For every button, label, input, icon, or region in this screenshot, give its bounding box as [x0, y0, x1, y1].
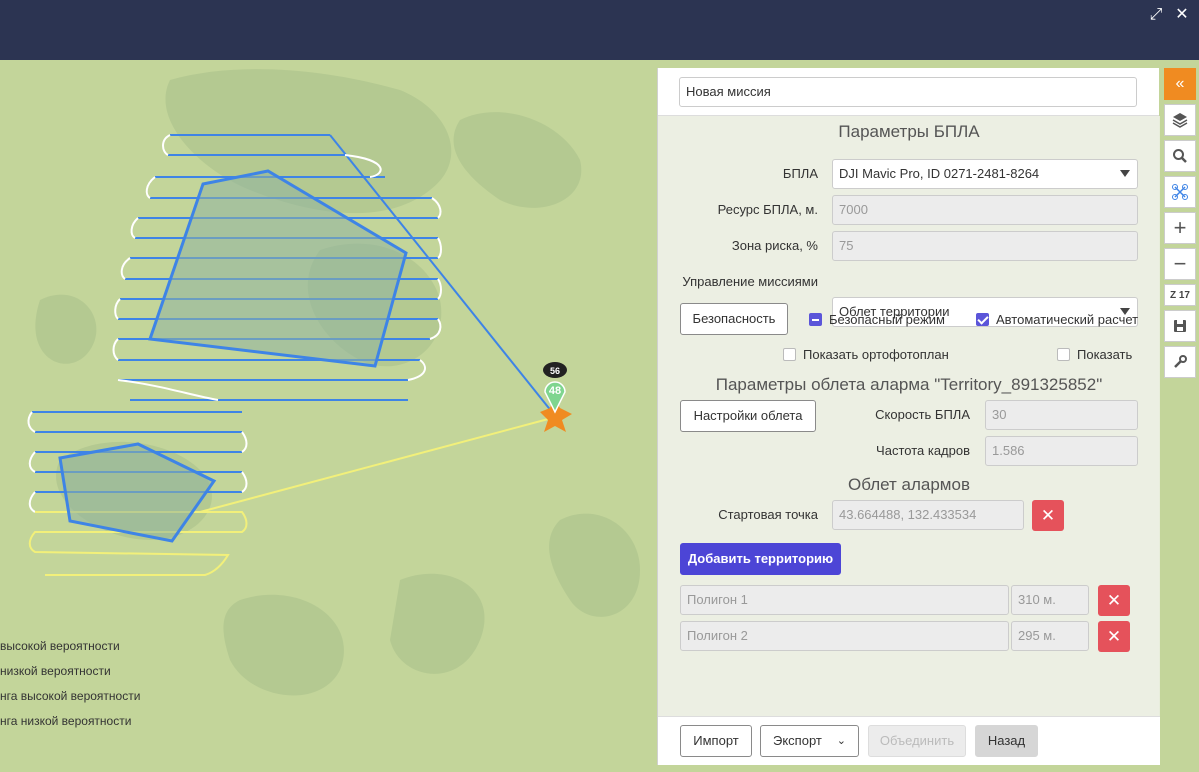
save-icon[interactable]	[1164, 310, 1196, 342]
show-orthophoto-checkbox[interactable]: Показать ортофотоплан	[783, 344, 949, 364]
show-checkbox[interactable]: Показать	[1057, 344, 1132, 364]
export-button[interactable]: Экспорт ⌄	[760, 725, 859, 757]
flight-settings-button[interactable]: Настройки облета	[680, 400, 816, 432]
alarm-params-title: Параметры облета аларма "Territory_89132…	[715, 375, 1103, 394]
auto-calc-checkbox[interactable]: Автоматический расчет	[976, 309, 1138, 329]
chevron-down-icon	[1120, 170, 1130, 177]
risk-zone-label: Зона риска, %	[731, 238, 818, 253]
zoom-level: Z 17	[1164, 284, 1196, 306]
legend-item: высокой вероятности	[0, 639, 120, 653]
show-orthophoto-label: Показать ортофотоплан	[803, 346, 949, 362]
show-label: Показать	[1077, 346, 1133, 362]
map-legend: высокой вероятности низкой вероятности н…	[0, 638, 140, 738]
collapse-icon[interactable]: «	[1164, 68, 1196, 100]
export-label: Экспорт	[773, 733, 822, 748]
checkbox-icon	[783, 347, 796, 361]
marker-cluster-count: 56	[550, 366, 560, 376]
uav-params-title: Параметры БПЛА	[838, 122, 980, 141]
zoom-out-icon[interactable]: −	[1164, 248, 1196, 280]
search-icon[interactable]	[1164, 140, 1196, 172]
back-button[interactable]: Назад	[975, 725, 1038, 757]
alarms-flight-title: Облет алармов	[848, 475, 970, 494]
clear-start-point-button[interactable]: ✕	[1032, 500, 1064, 531]
remove-polygon-button[interactable]: ✕	[1098, 621, 1130, 652]
zoom-in-icon[interactable]: +	[1164, 212, 1196, 244]
start-point-input[interactable]: 43.664488, 132.433534	[832, 500, 1024, 530]
mission-control-label: Управление миссиями	[682, 274, 818, 289]
checkbox-checked-icon	[976, 312, 989, 326]
safe-mode-checkbox[interactable]: Безопасный режим	[809, 309, 945, 329]
terrain-shading	[35, 69, 640, 696]
legend-item: нга низкой вероятности	[0, 714, 132, 728]
chevron-down-icon: ⌄	[836, 735, 846, 747]
mission-name-input[interactable]: Новая миссия	[679, 77, 1137, 107]
marker-count: 48	[549, 385, 561, 397]
checkbox-indeterminate-icon	[809, 312, 822, 326]
start-point-label: Стартовая точка	[718, 507, 818, 522]
uav-select[interactable]: DJI Mavic Pro, ID 0271-2481-8264	[832, 159, 1138, 189]
safe-mode-label: Безопасный режим	[829, 311, 945, 327]
frame-rate-label: Частота кадров	[876, 443, 970, 458]
risk-zone-input[interactable]: 75	[832, 231, 1138, 261]
legend-item: нга высокой вероятности	[0, 689, 141, 703]
polygon-name-input[interactable]: Полигон 1	[680, 585, 1009, 615]
map-toolbar: « + − Z 17	[1164, 68, 1196, 382]
merge-button[interactable]: Объединить	[868, 725, 966, 757]
polygon-name-input[interactable]: Полигон 2	[680, 621, 1009, 651]
mission-panel-body: Параметры БПЛА БПЛА DJI Mavic Pro, ID 02…	[658, 116, 1160, 716]
safety-button[interactable]: Безопасность	[680, 303, 788, 335]
drone-icon[interactable]	[1164, 176, 1196, 208]
speed-label: Скорость БПЛА	[875, 407, 970, 422]
auto-calc-label: Автоматический расчет	[996, 311, 1139, 327]
uav-select-value: DJI Mavic Pro, ID 0271-2481-8264	[832, 159, 1138, 189]
checkbox-icon	[1057, 347, 1070, 361]
mission-panel-header: Новая миссия	[658, 68, 1159, 116]
layers-icon[interactable]	[1164, 104, 1196, 136]
remove-polygon-button[interactable]: ✕	[1098, 585, 1130, 616]
resource-input[interactable]: 7000	[832, 195, 1138, 225]
expand-icon[interactable]: ⤢	[1147, 6, 1165, 24]
mission-panel: Новая миссия Параметры БПЛА БПЛА DJI Mav…	[657, 68, 1160, 765]
speed-input[interactable]: 30	[985, 400, 1138, 430]
frame-rate-input[interactable]: 1.586	[985, 436, 1138, 466]
resource-label: Ресурс БПЛА, м.	[717, 202, 818, 217]
wrench-icon[interactable]	[1164, 346, 1196, 378]
polygon-distance-input[interactable]: 295 м.	[1011, 621, 1089, 651]
add-territory-button[interactable]: Добавить территорию	[680, 543, 841, 575]
legend-item: низкой вероятности	[0, 664, 111, 678]
polygon-distance-input[interactable]: 310 м.	[1011, 585, 1089, 615]
close-icon[interactable]: ✕	[1173, 6, 1191, 24]
uav-label: БПЛА	[782, 166, 818, 181]
import-button[interactable]: Импорт	[680, 725, 752, 757]
window-header: ⤢ ✕	[0, 0, 1199, 60]
mission-panel-footer: Импорт Экспорт ⌄ Объединить Назад	[658, 716, 1160, 765]
